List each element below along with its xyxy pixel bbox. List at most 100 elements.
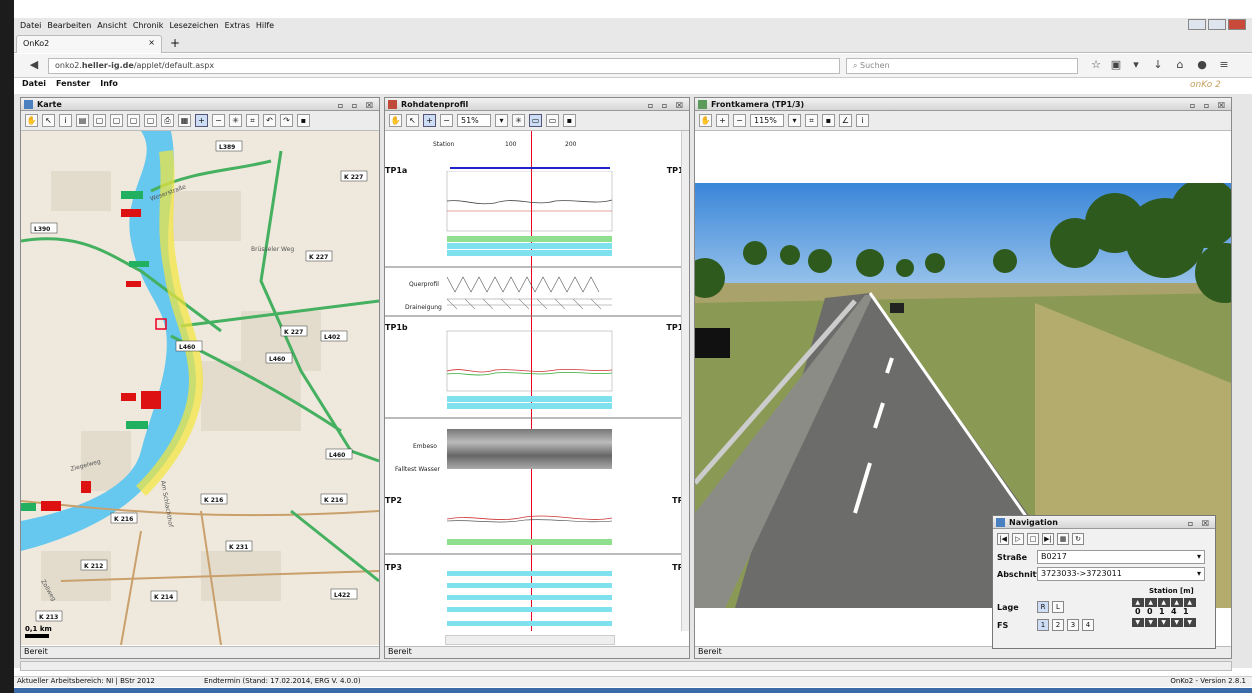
menu-ansicht[interactable]: Ansicht: [97, 21, 127, 30]
fit-icon[interactable]: ⌗: [805, 114, 818, 127]
abschnitt-select[interactable]: 3723033->3723011 ▾: [1037, 567, 1205, 581]
station-down-icon[interactable]: ▼: [1131, 618, 1144, 627]
measure-icon[interactable]: ∠: [839, 114, 852, 127]
select-arrow-icon[interactable]: ↖: [42, 114, 55, 127]
camera-panel-title: Frontkamera (TP1/3): [711, 100, 805, 109]
download-icon[interactable]: ↓: [1152, 58, 1164, 72]
station-down-icon[interactable]: ▼: [1183, 618, 1196, 627]
chevron-down-icon[interactable]: ▾: [495, 114, 508, 127]
home-icon[interactable]: ⌂: [1174, 58, 1186, 72]
road-label: L422: [334, 592, 350, 599]
profile-zoom-select[interactable]: 51%: [457, 114, 491, 127]
station-up-icon[interactable]: ▲: [1157, 598, 1170, 607]
reading-list-icon[interactable]: ▣: [1110, 58, 1122, 72]
desktop-hscroll[interactable]: [20, 661, 1232, 671]
station-down-icon[interactable]: ▼: [1157, 618, 1170, 627]
station-down-icon[interactable]: ▼: [1170, 618, 1183, 627]
view-toggle2-icon[interactable]: ▭: [546, 114, 559, 127]
legend-icon[interactable]: ▤: [76, 114, 89, 127]
layers-icon[interactable]: ▦: [178, 114, 191, 127]
bookmark-star-icon[interactable]: ☆: [1090, 58, 1102, 72]
pan-hand-icon[interactable]: ✋: [389, 114, 402, 127]
fs-option-3[interactable]: 3: [1067, 619, 1079, 631]
minimize-button[interactable]: [1188, 19, 1206, 30]
profile-hscroll[interactable]: [445, 635, 615, 645]
profile-canvas[interactable]: Station 100 200 TP1a TP1a Querprofil Dra…: [385, 131, 689, 631]
page2-icon[interactable]: ▢: [110, 114, 123, 127]
zoom-in-icon[interactable]: +: [195, 114, 208, 127]
zoom-extent-icon[interactable]: ✳: [229, 114, 242, 127]
maximize-button[interactable]: [1208, 19, 1226, 30]
fs-option-4[interactable]: 4: [1082, 619, 1094, 631]
camera-zoom-select[interactable]: 115%: [750, 114, 784, 127]
first-icon[interactable]: |◀: [997, 533, 1009, 545]
panel-window-buttons[interactable]: ▫ ▫ ☒: [338, 99, 376, 112]
app-menu-datei[interactable]: Datei: [22, 79, 46, 93]
url-bar[interactable]: onko2.heller-ig.de/applet/default.aspx: [48, 58, 840, 74]
menu-extras[interactable]: Extras: [225, 21, 250, 30]
menu-lesezeichen[interactable]: Lesezeichen: [169, 21, 218, 30]
zoom-in-icon[interactable]: +: [716, 114, 729, 127]
page4-icon[interactable]: ▢: [144, 114, 157, 127]
stop-icon[interactable]: □: [1027, 533, 1039, 545]
lage-option-r[interactable]: R: [1037, 601, 1049, 613]
new-tab-icon[interactable]: +: [170, 36, 180, 50]
save-icon[interactable]: ▪: [822, 114, 835, 127]
view-toggle-icon[interactable]: ▭: [529, 114, 542, 127]
pan-hand-icon[interactable]: ✋: [25, 114, 38, 127]
profile-scrollbar[interactable]: [681, 131, 689, 631]
zoom-box-icon[interactable]: ⌗: [246, 114, 259, 127]
chevron-down-icon: ▾: [1196, 569, 1201, 578]
panel-window-buttons[interactable]: ▫ ☒: [1188, 517, 1212, 530]
zoom-out-icon[interactable]: −: [440, 114, 453, 127]
save-icon[interactable]: ▪: [563, 114, 576, 127]
zoom-extent-icon[interactable]: ✳: [512, 114, 525, 127]
station-up-icon[interactable]: ▲: [1170, 598, 1183, 607]
pocket-icon[interactable]: ▾: [1130, 58, 1142, 72]
close-button[interactable]: [1228, 19, 1246, 30]
menu-chronik[interactable]: Chronik: [133, 21, 164, 30]
zoom-out-icon[interactable]: −: [212, 114, 225, 127]
refresh-icon[interactable]: ↻: [1072, 533, 1084, 545]
last-icon[interactable]: ▶|: [1042, 533, 1054, 545]
strasse-select[interactable]: B0217 ▾: [1037, 550, 1205, 564]
tab-close-icon[interactable]: ×: [148, 38, 155, 47]
zoom-in-icon[interactable]: +: [423, 114, 436, 127]
fs-option-2[interactable]: 2: [1052, 619, 1064, 631]
redo-icon[interactable]: ↷: [280, 114, 293, 127]
app-menu-fenster[interactable]: Fenster: [56, 79, 90, 93]
menu-bearbeiten[interactable]: Bearbeiten: [47, 21, 91, 30]
save-icon[interactable]: ▪: [297, 114, 310, 127]
page3-icon[interactable]: ▢: [127, 114, 140, 127]
account-icon[interactable]: ●: [1196, 58, 1208, 72]
pan-hand-icon[interactable]: ✋: [699, 114, 712, 127]
page-icon[interactable]: ▢: [93, 114, 106, 127]
grid-icon[interactable]: ▦: [1057, 533, 1069, 545]
print-icon[interactable]: ⎙: [161, 114, 174, 127]
menu-datei[interactable]: Datei: [20, 21, 41, 30]
station-down-icon[interactable]: ▼: [1144, 618, 1157, 627]
fs-option-1[interactable]: 1: [1037, 619, 1049, 631]
url-host: heller-ig.de: [81, 61, 134, 70]
info-icon[interactable]: i: [856, 114, 869, 127]
menu-hilfe[interactable]: Hilfe: [256, 21, 274, 30]
chevron-down-icon[interactable]: ▾: [788, 114, 801, 127]
panel-window-buttons[interactable]: ▫ ▫ ☒: [648, 99, 686, 112]
play-icon[interactable]: ▷: [1012, 533, 1024, 545]
zoom-out-icon[interactable]: −: [733, 114, 746, 127]
browser-tab[interactable]: OnKo2 ×: [16, 35, 162, 53]
select-arrow-icon[interactable]: ↖: [406, 114, 419, 127]
menu-icon[interactable]: ≡: [1218, 58, 1230, 72]
lage-option-l[interactable]: L: [1052, 601, 1064, 613]
map-canvas[interactable]: L389 K 227 L390 K 227 K 227 L460 L460 L4…: [21, 131, 379, 645]
station-up-icon[interactable]: ▲: [1131, 598, 1144, 607]
back-icon[interactable]: ◀: [28, 58, 40, 72]
station-up-icon[interactable]: ▲: [1144, 598, 1157, 607]
search-input[interactable]: ⌕ Suchen: [846, 58, 1078, 74]
app-menu-info[interactable]: Info: [100, 79, 118, 93]
station-up-icon[interactable]: ▲: [1183, 598, 1196, 607]
undo-icon[interactable]: ↶: [263, 114, 276, 127]
panel-window-buttons[interactable]: ▫ ▫ ☒: [1190, 99, 1228, 112]
info-icon[interactable]: i: [59, 114, 72, 127]
tp3-band: [447, 571, 612, 576]
